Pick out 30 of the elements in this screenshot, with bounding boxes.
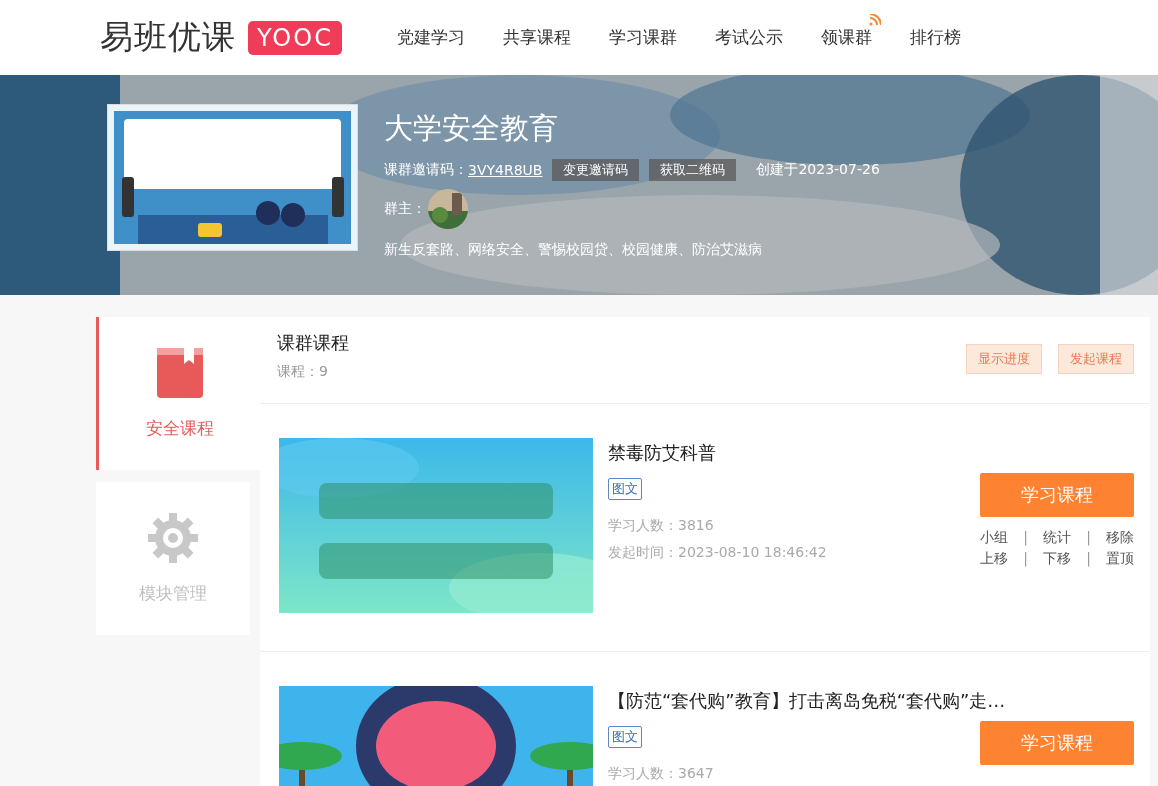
sidebar-item[interactable]: 安全课程 [96, 317, 260, 470]
course-count: 课程：9 [277, 363, 329, 381]
separator: | [1086, 529, 1091, 547]
course-link[interactable]: 上移 [980, 550, 1008, 568]
nav-link[interactable]: 排行榜 [909, 27, 961, 47]
separator: | [1023, 529, 1028, 547]
start-time: 发起时间：2023-08-10 18:46:42 [608, 543, 827, 562]
separator: | [1086, 550, 1091, 568]
nav-link[interactable]: 学习课群 [608, 27, 677, 47]
section-title: 课群课程 [277, 331, 349, 355]
course-link[interactable]: 移除 [1106, 529, 1134, 547]
nav-link[interactable]: 考试公示 [714, 27, 783, 47]
learner-count: 学习人数：3816 [608, 516, 715, 535]
logo-text: 易班优课 [100, 16, 236, 58]
type-tag: 图文 [608, 478, 642, 500]
course-link[interactable]: 下移 [1043, 550, 1071, 568]
gear-icon [147, 512, 199, 564]
book-icon [155, 347, 204, 399]
type-tag: 图文 [608, 726, 642, 748]
course-link[interactable]: 小组 [980, 529, 1008, 547]
learner-count: 学习人数：3647 [608, 764, 714, 783]
logo-badge: YOOC [248, 20, 342, 55]
course-title[interactable]: 【防范“套代购”教育】打击离岛免税“套代购”走… [608, 688, 1006, 714]
separator: | [1023, 550, 1028, 568]
nav-link[interactable]: 共享课程 [502, 27, 571, 47]
nav-link[interactable]: 领课群 [820, 27, 872, 47]
course-title[interactable]: 禁毒防艾科普 [608, 440, 716, 466]
course-link[interactable]: 统计 [1043, 529, 1071, 547]
nav-link[interactable]: 党建学习 [396, 27, 465, 47]
course-link[interactable]: 置顶 [1106, 550, 1134, 568]
